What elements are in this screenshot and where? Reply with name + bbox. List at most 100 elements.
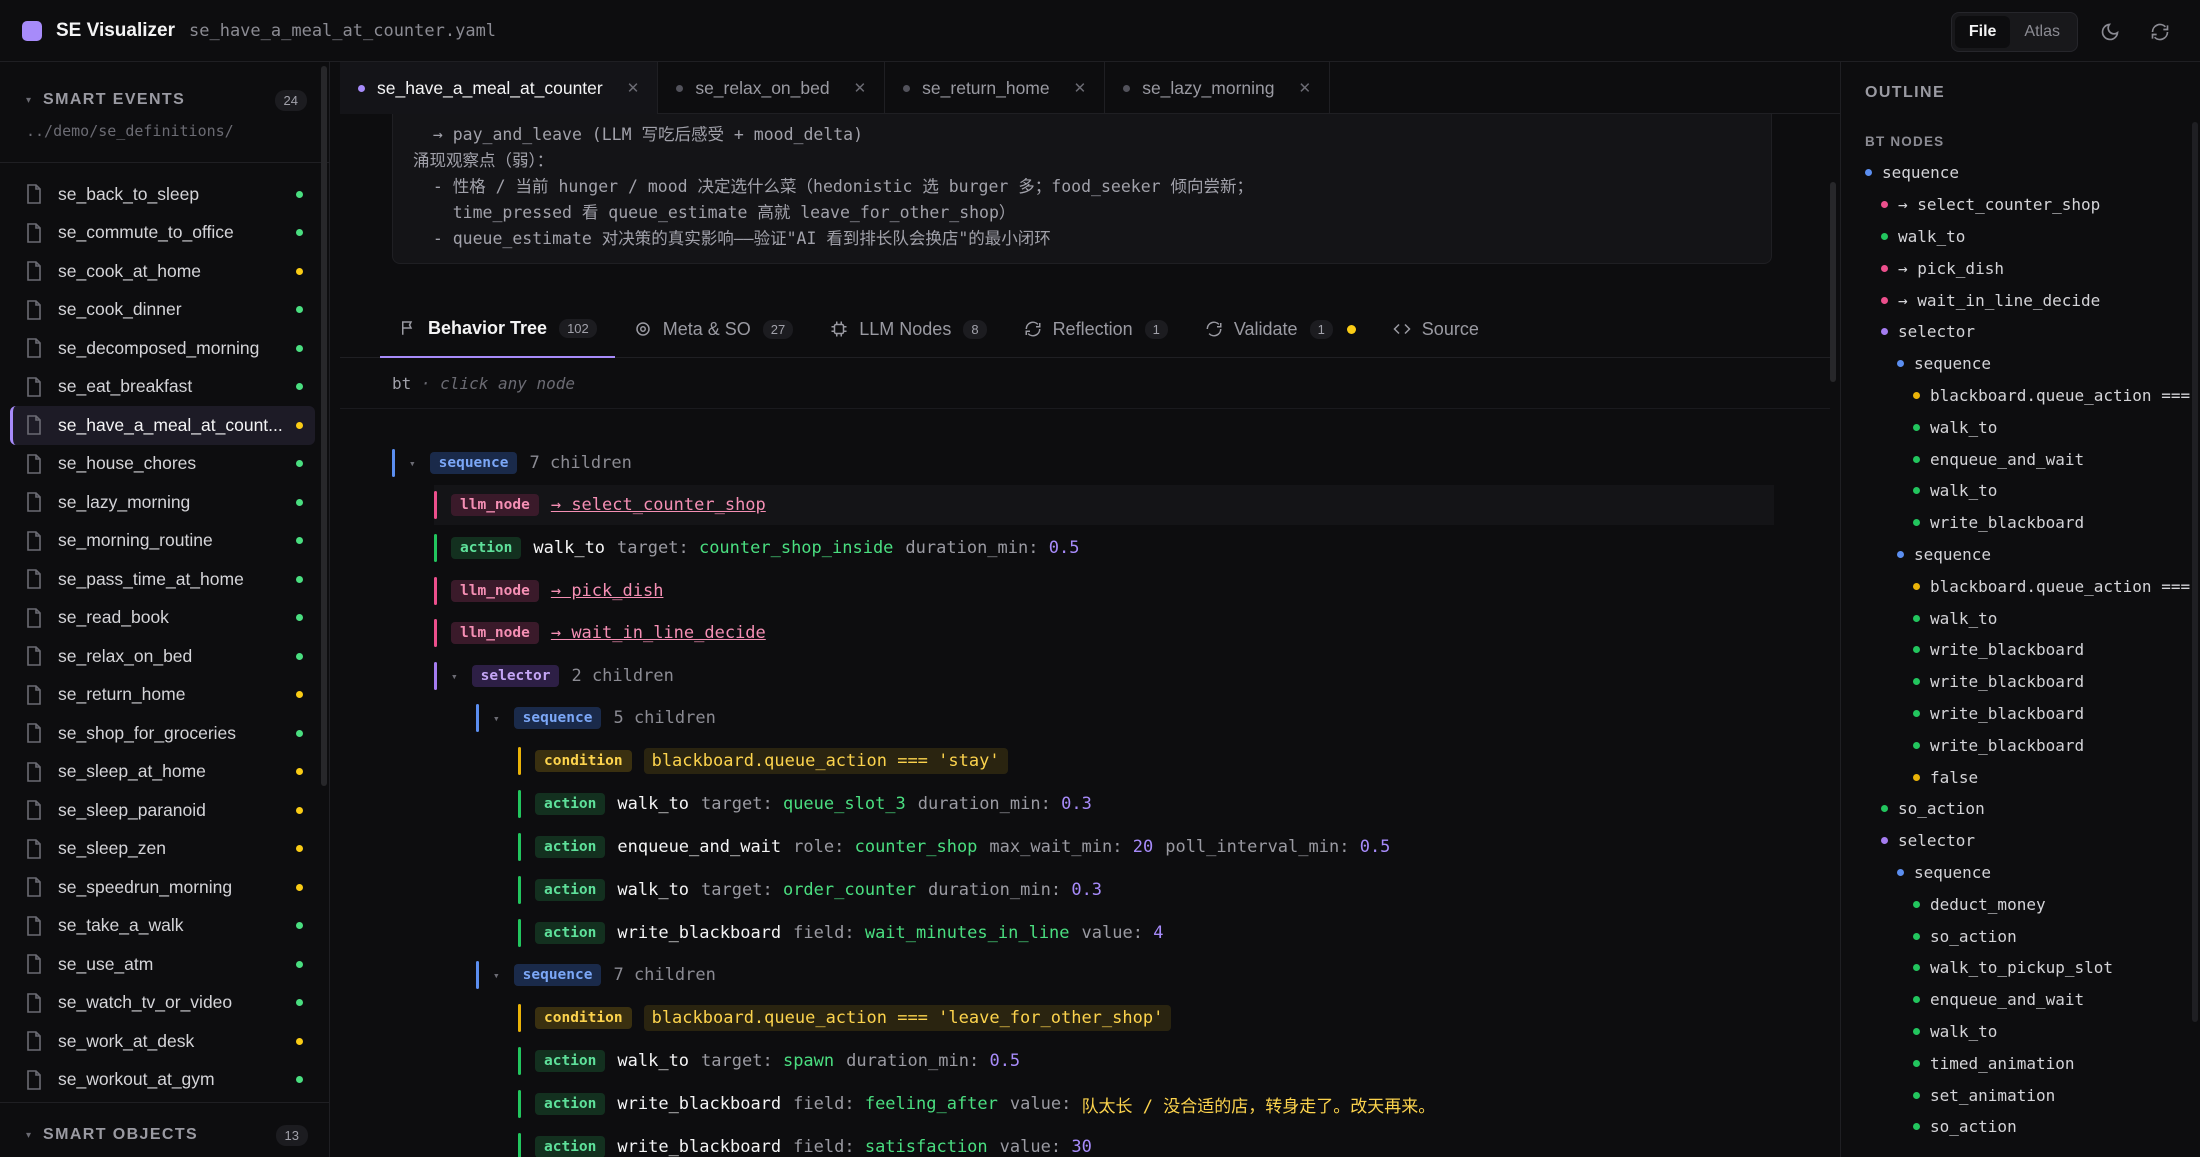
outline-item[interactable]: enqueue_and_wait	[1841, 984, 2200, 1016]
outline-item[interactable]: blackboard.queue_action ===	[1841, 570, 2200, 602]
tree-node-condition[interactable]: condition blackboard.queue_action === 'l…	[518, 998, 1172, 1038]
outline-item[interactable]: so_action	[1841, 1111, 2200, 1143]
tree-node-action[interactable]: action walk_to target: spawn duration_mi…	[518, 1041, 1032, 1081]
tree-node-sequence[interactable]: ▾ sequence 5 children	[476, 698, 716, 738]
close-icon[interactable]: ✕	[1299, 79, 1312, 97]
sidebar-item[interactable]: se_return_home	[10, 676, 315, 715]
tree-node-llm[interactable]: llm_node → pick_dish	[434, 571, 663, 611]
outline-item[interactable]: → pick_dish	[1841, 252, 2200, 284]
outline-item[interactable]: sequence	[1841, 348, 2200, 380]
tree-node-llm[interactable]: llm_node → select_counter_shop	[434, 485, 1774, 525]
sidebar-item[interactable]: se_workout_at_gym	[10, 1061, 315, 1100]
tree-node-condition[interactable]: condition blackboard.queue_action === 's…	[518, 741, 1008, 781]
sidebar-item[interactable]: se_read_book	[10, 599, 315, 638]
outline-item[interactable]: blackboard.queue_action ===	[1841, 380, 2200, 412]
llm-node-link[interactable]: → wait_in_line_decide	[551, 623, 766, 643]
sidebar-item[interactable]: se_relax_on_bed	[10, 637, 315, 676]
outline-item[interactable]: sequence	[1841, 539, 2200, 571]
view-tab[interactable]: Reflection 1	[1005, 300, 1186, 358]
tree-node-action[interactable]: action walk_to target: counter_shop_insi…	[434, 528, 1091, 568]
outline-item[interactable]: enqueue_and_wait	[1841, 443, 2200, 475]
sidebar-item[interactable]: se_speedrun_morning	[10, 868, 315, 907]
sidebar-scrollbar[interactable]	[321, 66, 327, 786]
file-tab[interactable]: se_have_a_meal_at_counter ✕	[340, 62, 659, 114]
smart-objects-header[interactable]: ▾ SMART OBJECTS 13	[0, 1117, 329, 1153]
sidebar-item[interactable]: se_shop_for_groceries	[10, 714, 315, 753]
tree-node-action[interactable]: action enqueue_and_wait role: counter_sh…	[518, 827, 1402, 867]
tree-node-llm[interactable]: llm_node → wait_in_line_decide	[434, 613, 766, 653]
tree-node-action[interactable]: action write_blackboard field: wait_minu…	[518, 913, 1175, 953]
close-icon[interactable]: ✕	[1074, 79, 1087, 97]
file-tab[interactable]: se_return_home ✕	[885, 62, 1106, 114]
outline-item[interactable]: write_blackboard	[1841, 698, 2200, 730]
refresh-icon[interactable]	[2142, 14, 2178, 50]
mode-file-button[interactable]: File	[1954, 16, 2011, 48]
file-tab[interactable]: se_relax_on_bed ✕	[658, 62, 886, 114]
sidebar-item[interactable]: se_have_a_meal_at_count...	[10, 406, 315, 445]
outline-item[interactable]: write_blackboard	[1841, 666, 2200, 698]
tree-node-action[interactable]: action walk_to target: order_counter dur…	[518, 870, 1114, 910]
outline-item[interactable]: walk_to	[1841, 411, 2200, 443]
tree-node-action[interactable]: action write_blackboard field: feeling_a…	[518, 1084, 1435, 1124]
outline-item[interactable]: deduct_money	[1841, 888, 2200, 920]
collapse-caret-icon[interactable]: ▾	[451, 670, 458, 683]
outline-item[interactable]: walk_to_pickup_slot	[1841, 952, 2200, 984]
outline-item[interactable]: walk_to	[1841, 221, 2200, 253]
tree-node-action[interactable]: action walk_to target: queue_slot_3 dura…	[518, 784, 1104, 824]
sidebar-item[interactable]: se_lazy_morning	[10, 483, 315, 522]
sidebar-item[interactable]: se_use_atm	[10, 945, 315, 984]
mode-atlas-button[interactable]: Atlas	[2010, 16, 2074, 48]
view-tab[interactable]: LLM Nodes 8	[811, 300, 1004, 358]
theme-toggle-moon-icon[interactable]	[2092, 14, 2128, 50]
sidebar-item[interactable]: se_sleep_paranoid	[10, 791, 315, 830]
sidebar-item[interactable]: se_sleep_at_home	[10, 753, 315, 792]
sidebar-item[interactable]: se_watch_tv_or_video	[10, 984, 315, 1023]
outline-item[interactable]: sequence	[1841, 857, 2200, 889]
outline-item[interactable]: selector	[1841, 316, 2200, 348]
sidebar-item[interactable]: se_cook_at_home	[10, 252, 315, 291]
view-tab[interactable]: Source	[1374, 300, 1497, 358]
collapse-caret-icon[interactable]: ▾	[409, 457, 416, 470]
outline-item[interactable]: walk_to	[1841, 1016, 2200, 1048]
sidebar-item[interactable]: se_morning_routine	[10, 522, 315, 561]
sidebar-item[interactable]: se_pass_time_at_home	[10, 560, 315, 599]
outline-item[interactable]: so_action	[1841, 920, 2200, 952]
outline-item[interactable]: → wait_in_line_decide	[1841, 284, 2200, 316]
sidebar-item[interactable]: se_commute_to_office	[10, 214, 315, 253]
close-icon[interactable]: ✕	[854, 79, 867, 97]
sidebar-item[interactable]: se_back_to_sleep	[10, 175, 315, 214]
outline-item[interactable]: false	[1841, 761, 2200, 793]
llm-node-link[interactable]: → select_counter_shop	[551, 495, 766, 515]
outline-item[interactable]: timed_animation	[1841, 1047, 2200, 1079]
llm-node-link[interactable]: → pick_dish	[551, 581, 664, 601]
close-icon[interactable]: ✕	[627, 79, 640, 97]
tree-node-sequence[interactable]: ▾ sequence 7 children	[476, 955, 716, 995]
main-scrollbar[interactable]	[1830, 182, 1836, 382]
tree-node-action[interactable]: action write_blackboard field: satisfact…	[518, 1127, 1104, 1157]
outline-item[interactable]: write_blackboard	[1841, 507, 2200, 539]
sidebar-item[interactable]: se_take_a_walk	[10, 907, 315, 946]
collapse-caret-icon[interactable]: ▾	[493, 712, 500, 725]
outline-item[interactable]: selector	[1841, 825, 2200, 857]
outline-scrollbar[interactable]	[2192, 122, 2198, 1022]
outline-item[interactable]: set_animation	[1841, 1079, 2200, 1111]
file-tab[interactable]: se_lazy_morning ✕	[1105, 62, 1331, 114]
collapse-caret-icon[interactable]: ▾	[493, 969, 500, 982]
sidebar-item[interactable]: se_eat_breakfast	[10, 368, 315, 407]
outline-item[interactable]: sequence	[1841, 157, 2200, 189]
tree-node-selector[interactable]: ▾ selector 2 children	[434, 656, 674, 696]
sidebar-item[interactable]: se_decomposed_morning	[10, 329, 315, 368]
tree-node-sequence[interactable]: ▾ sequence 7 children	[392, 443, 632, 483]
outline-item[interactable]: write_blackboard	[1841, 729, 2200, 761]
sidebar-item[interactable]: se_house_chores	[10, 445, 315, 484]
outline-item[interactable]: so_action	[1841, 793, 2200, 825]
outline-item[interactable]: → select_counter_shop	[1841, 189, 2200, 221]
sidebar-item[interactable]: se_sleep_zen	[10, 830, 315, 869]
view-tab[interactable]: Validate 1	[1186, 300, 1374, 358]
view-tab[interactable]: Meta & SO 27	[615, 300, 812, 358]
sidebar-item[interactable]: se_work_at_desk	[10, 1022, 315, 1061]
view-tab[interactable]: Behavior Tree 102	[380, 300, 615, 358]
sidebar-item[interactable]: se_cook_dinner	[10, 291, 315, 330]
outline-item[interactable]: walk_to	[1841, 475, 2200, 507]
smart-events-header[interactable]: ▾ SMART EVENTS 24	[0, 82, 329, 118]
